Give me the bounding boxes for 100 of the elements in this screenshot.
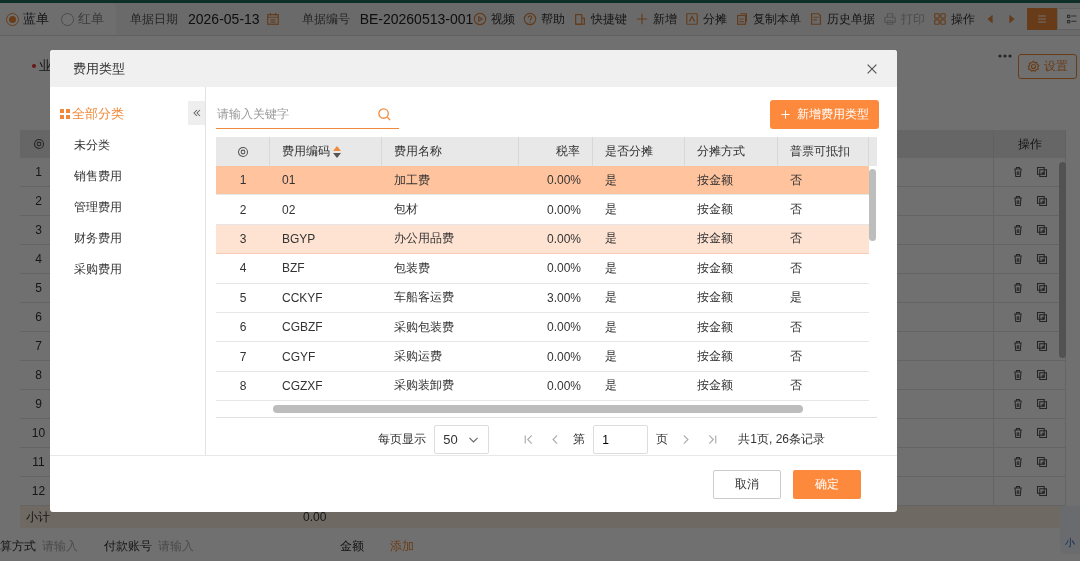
table-row[interactable]: 2 02 包材 0.00% 是 按金额 否 <box>216 195 869 225</box>
row-number: 8 <box>239 378 247 393</box>
document-icon <box>809 12 824 26</box>
list-view-button[interactable] <box>1027 8 1058 30</box>
duplicate-icon <box>1035 224 1048 236</box>
toolbar-button[interactable]: 快捷键 <box>573 10 628 28</box>
table-row[interactable]: 8 CGZXF 采购装卸费 0.00% 是 按金额 否 <box>216 371 869 402</box>
table-cell: 否 <box>790 201 802 219</box>
trash-icon <box>1011 340 1024 352</box>
table-cell: 办公用品费 <box>394 230 454 248</box>
tree-item[interactable]: 财务费用 <box>74 230 122 247</box>
table-cell: 0.00% <box>546 320 581 335</box>
toolbar-button[interactable]: 历史单据 <box>809 10 876 28</box>
table-cell: 采购装卸费 <box>394 377 454 395</box>
tree-item[interactable]: 全部分类 <box>60 105 124 123</box>
sort-icon[interactable] <box>333 145 341 158</box>
add-link[interactable]: 添加 <box>390 538 414 555</box>
duplicate-icon <box>1035 427 1048 439</box>
table-row[interactable]: 7 CGYF 采购运费 0.00% 是 按金额 否 <box>216 342 869 372</box>
table-cell: CGZXF <box>282 378 323 393</box>
table-cell: 是 <box>605 201 617 219</box>
table-row[interactable]: 5 CCKYF 车船客运费 3.00% 是 按金额 是 <box>216 283 869 313</box>
table-cell: 否 <box>790 259 802 277</box>
table-cell: 01 <box>282 173 296 188</box>
toolbar-button[interactable]: 新增 <box>635 10 678 28</box>
more-icon[interactable] <box>998 54 1012 58</box>
new-type-button[interactable]: 新增费用类型 <box>770 100 879 129</box>
row-number: 7 <box>239 349 247 364</box>
table-row[interactable]: 1 01 加工费 0.00% 是 按金额 否 <box>216 166 869 196</box>
table-cell: 按金额 <box>697 377 733 395</box>
number-label: 单据编号 <box>301 10 350 28</box>
toolbar-button[interactable]: 帮助 <box>523 10 566 28</box>
row-number: 2 <box>239 202 247 217</box>
bill-type-radio[interactable]: 蓝单 <box>6 10 49 28</box>
page-suffix: 页 <box>656 431 669 449</box>
date-value[interactable]: 2026-05-13 <box>188 11 260 27</box>
date-label: 单据日期 <box>130 10 178 28</box>
toolbar-button[interactable]: 分摊 <box>685 10 728 28</box>
search-field[interactable]: 请输入关键字 <box>216 100 399 129</box>
trash-icon <box>1011 253 1024 265</box>
copy-icon <box>735 12 750 26</box>
trash-icon <box>1011 282 1024 294</box>
table-row[interactable]: 4 BZF 包装费 0.00% 是 按金额 否 <box>216 254 869 284</box>
trash-icon <box>1011 485 1024 497</box>
scrollbar[interactable] <box>273 405 803 414</box>
column-header: 分摊方式 <box>685 137 778 166</box>
duplicate-icon <box>1035 195 1048 207</box>
detail-view-button[interactable] <box>1057 8 1080 30</box>
column-header[interactable]: 费用编码 <box>270 137 382 166</box>
duplicate-icon <box>1035 369 1048 381</box>
page-size-label: 每页显示 <box>378 431 427 449</box>
table-cell: 车船客运费 <box>394 289 454 307</box>
tree-item[interactable]: 采购费用 <box>74 261 122 278</box>
settings-icon <box>1027 59 1040 73</box>
table-row[interactable]: 6 CGBZF 采购包装费 0.00% 是 按金额 否 <box>216 312 869 343</box>
page-prefix: 第 <box>573 431 586 449</box>
page-input[interactable]: 1 <box>593 425 649 455</box>
table-cell: 是 <box>605 377 617 395</box>
ok-button[interactable]: 确定 <box>793 469 861 499</box>
plus-icon <box>780 109 791 120</box>
duplicate-icon <box>1035 311 1048 323</box>
table-cell: 包装费 <box>394 259 430 277</box>
table-row[interactable]: 3 BGYP 办公用品费 0.00% 是 按金额 否 <box>216 224 869 255</box>
trash-icon <box>1011 166 1024 178</box>
trash-icon <box>1011 398 1024 410</box>
table-cell: CCKYF <box>282 290 323 305</box>
table-cell: 0.00% <box>546 231 581 246</box>
toolbar-button[interactable]: 复制本单 <box>735 10 802 28</box>
table-cell: CGBZF <box>282 320 323 335</box>
list-icon <box>1066 13 1079 25</box>
scrollbar[interactable] <box>1059 162 1066 358</box>
field-label: 付款账号 <box>104 538 152 555</box>
trash-icon <box>1011 456 1024 468</box>
help-icon <box>523 12 538 26</box>
table-cell: 否 <box>790 318 802 336</box>
tree-item[interactable]: 销售费用 <box>74 168 122 185</box>
column-header: 费用名称 <box>382 137 519 166</box>
plus-icon <box>635 12 650 26</box>
duplicate-icon <box>1035 340 1048 352</box>
collapse-button[interactable] <box>188 101 205 125</box>
table-cell: 按金额 <box>697 171 733 189</box>
cancel-button[interactable]: 取消 <box>713 469 781 499</box>
table-cell: 0.00% <box>546 202 581 217</box>
table-cell: 是 <box>605 289 617 307</box>
lines-icon <box>1036 13 1049 25</box>
assistant-widget[interactable]: 小 <box>1060 506 1080 554</box>
page-size-select[interactable]: 50 <box>434 425 490 455</box>
duplicate-icon <box>1035 456 1048 468</box>
settings-button[interactable]: 设置 <box>1018 53 1077 79</box>
table-cell: 0.00% <box>546 173 581 188</box>
grid-icon <box>60 109 70 119</box>
table-cell: 否 <box>790 230 802 248</box>
table-cell: BZF <box>282 261 305 276</box>
toolbar-button[interactable]: 视频 <box>473 10 516 28</box>
number-value: BE-20260513-001 <box>359 11 474 27</box>
tree-item[interactable]: 未分类 <box>74 137 110 154</box>
table-cell: 0.00% <box>546 349 581 364</box>
scrollbar[interactable] <box>869 169 876 241</box>
toolbar-button[interactable]: 操作 <box>933 10 976 28</box>
tree-item[interactable]: 管理费用 <box>74 199 122 216</box>
